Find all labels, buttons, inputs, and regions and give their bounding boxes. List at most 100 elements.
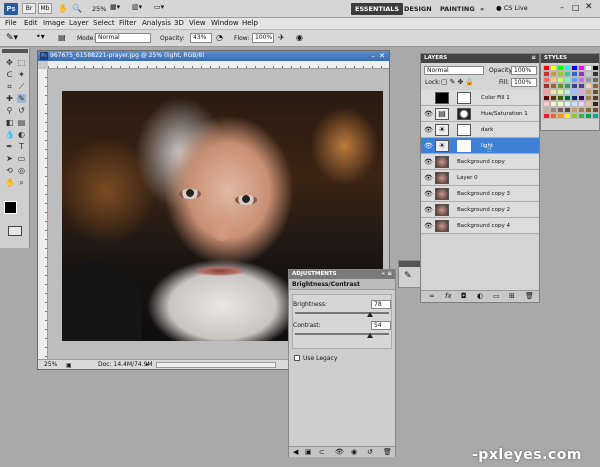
flow-input[interactable]: 100%	[252, 33, 274, 43]
view-previous-icon[interactable]: ◉	[351, 448, 357, 456]
brightness-input[interactable]: 78	[371, 300, 391, 309]
mode-select[interactable]: Normal	[95, 33, 151, 43]
3d-rotate-tool-icon[interactable]: ⟲	[5, 166, 14, 175]
color-swatch[interactable]	[564, 113, 571, 119]
layer-mask-thumbnail[interactable]	[457, 92, 471, 104]
close-window-button[interactable]: ✕	[585, 2, 593, 12]
brush-size-icon[interactable]: •▾	[36, 32, 45, 41]
pen-tool-icon[interactable]: ✒	[5, 142, 14, 151]
delete-adjustment-icon[interactable]: 🗑	[383, 448, 392, 456]
layer-row[interactable]: 👁 Background copy 2	[421, 202, 539, 218]
brush-tool-preset-icon[interactable]: ✎▾	[6, 33, 18, 43]
reset-icon[interactable]: ↺	[367, 448, 373, 456]
menu-window[interactable]: Window	[211, 19, 239, 27]
menu-file[interactable]: File	[5, 19, 17, 27]
zoom-level[interactable]: 25%	[92, 5, 106, 13]
gradient-tool-icon[interactable]: ▤	[17, 118, 26, 127]
styles-tab[interactable]: STYLES	[544, 55, 567, 61]
brush-panel-icon[interactable]: ▤	[58, 33, 66, 42]
layer-row[interactable]: 👁 ☀ dark	[421, 122, 539, 138]
layer-mask-thumbnail[interactable]	[457, 124, 471, 136]
tools-panel-grip[interactable]	[2, 49, 28, 53]
visibility-toggle-icon[interactable]: 👁	[335, 448, 344, 456]
view-extras-icon[interactable]: ▦▾	[110, 3, 120, 11]
brightness-slider-thumb[interactable]	[367, 312, 373, 317]
layers-panel-menu-icon[interactable]: ≡	[531, 54, 536, 63]
panel-menu-icon[interactable]: ≡	[387, 270, 392, 279]
menu-help[interactable]: Help	[242, 19, 258, 27]
contrast-slider-thumb[interactable]	[367, 333, 373, 338]
3d-orbit-tool-icon[interactable]: ◎	[17, 166, 26, 175]
use-legacy-checkbox[interactable]	[294, 355, 300, 361]
blend-mode-select[interactable]: Normal	[424, 66, 484, 75]
add-mask-icon[interactable]: ◘	[461, 292, 467, 300]
color-swatch[interactable]	[571, 113, 578, 119]
status-bar-icon[interactable]: ▣	[66, 361, 72, 371]
layer-row-selected[interactable]: 👁 ☀ light ☝	[421, 138, 539, 154]
eyedropper-tool-icon[interactable]: ⟋	[17, 82, 26, 91]
brush-presets-icon[interactable]: ✎	[404, 271, 412, 281]
zoom-tool-icon[interactable]: ⌕	[17, 178, 26, 187]
minimize-button[interactable]: –	[560, 3, 564, 12]
collapsed-panel[interactable]: ✎	[398, 260, 422, 288]
delete-layer-icon[interactable]: 🗑	[525, 292, 534, 300]
layer-row[interactable]: 👁 ▤ Hue/Saturation 1	[421, 106, 539, 122]
visibility-eye-icon[interactable]: 👁	[424, 142, 433, 150]
screen-mode-icon[interactable]: ▭▾	[154, 3, 164, 11]
shape-tool-icon[interactable]: ▭	[17, 154, 26, 163]
layer-row[interactable]: 👁 Background copy 4	[421, 218, 539, 234]
status-zoom[interactable]: 25%	[44, 360, 57, 370]
visibility-eye-icon[interactable]: 👁	[424, 206, 433, 214]
fill-input[interactable]: 100%	[511, 78, 537, 87]
layer-mask-thumbnail[interactable]	[457, 108, 471, 120]
visibility-eye-icon[interactable]: 👁	[424, 158, 433, 166]
arrange-documents-icon[interactable]: ▥▾	[132, 3, 142, 11]
vertical-ruler[interactable]	[38, 69, 48, 359]
menu-analysis[interactable]: Analysis	[142, 19, 171, 27]
more-workspaces-button[interactable]: »	[476, 3, 488, 15]
hand-tool-icon[interactable]: ✋	[5, 178, 15, 187]
visibility-eye-icon[interactable]: 👁	[424, 222, 433, 230]
layer-row[interactable]: Color Fill 1	[421, 90, 539, 106]
layer-row[interactable]: 👁 Layer 0	[421, 170, 539, 186]
menu-layer[interactable]: Layer	[69, 19, 89, 27]
color-swatch[interactable]	[592, 113, 599, 119]
swatches-panel-header[interactable]: STYLES	[541, 54, 599, 63]
crop-tool-icon[interactable]: ⌗	[5, 82, 14, 91]
new-group-icon[interactable]: ▭	[493, 292, 500, 300]
layer-row[interactable]: 👁 Background copy 3	[421, 186, 539, 202]
link-layers-icon[interactable]: ∞	[429, 292, 435, 300]
lock-options-icon[interactable]: ▢✎✥🔒	[441, 78, 476, 86]
collapse-icon[interactable]: «	[381, 270, 385, 279]
brush-tool-icon[interactable]: ✎	[17, 94, 26, 103]
layer-row[interactable]: 👁 Background copy	[421, 154, 539, 170]
return-to-list-icon[interactable]: ◀	[293, 448, 298, 456]
menu-select[interactable]: Select	[93, 19, 115, 27]
horizontal-scrollbar[interactable]	[156, 362, 276, 368]
color-swatch[interactable]	[578, 113, 585, 119]
menu-view[interactable]: View	[189, 19, 206, 27]
layer-opacity-input[interactable]: 100%	[511, 66, 537, 75]
expanded-view-icon[interactable]: ▣	[305, 448, 312, 456]
zoom-tool-icon[interactable]: 🔍	[72, 4, 82, 13]
menu-image[interactable]: Image	[43, 19, 65, 27]
foreground-color-swatch[interactable]	[4, 201, 17, 214]
color-swatch[interactable]	[585, 113, 592, 119]
contrast-input[interactable]: 54	[371, 321, 391, 330]
visibility-eye-off[interactable]	[424, 94, 432, 102]
opacity-input[interactable]: 43%	[190, 33, 212, 43]
doc-minimize-button[interactable]: –	[372, 51, 376, 61]
adjustments-panel-header[interactable]: ADJUSTMENTS « ≡	[289, 270, 395, 279]
history-brush-tool-icon[interactable]: ↺	[17, 106, 26, 115]
quick-mask-icon[interactable]	[8, 226, 22, 236]
layers-panel-header[interactable]: LAYERS ≡	[421, 54, 539, 63]
eraser-tool-icon[interactable]: ◧	[5, 118, 14, 127]
dodge-tool-icon[interactable]: ◐	[17, 130, 26, 139]
lasso-tool-icon[interactable]: ᑕ	[5, 70, 14, 79]
collapsed-panel-header[interactable]	[399, 261, 421, 267]
document-title-bar[interactable]: Ps 967675_61588221-prayer.jpg @ 25% (lig…	[38, 51, 389, 61]
brightness-slider[interactable]	[295, 312, 389, 314]
layer-style-icon[interactable]: fx	[445, 292, 452, 300]
clip-to-layer-icon[interactable]: ⊂	[319, 448, 325, 456]
color-swatch[interactable]	[557, 113, 564, 119]
